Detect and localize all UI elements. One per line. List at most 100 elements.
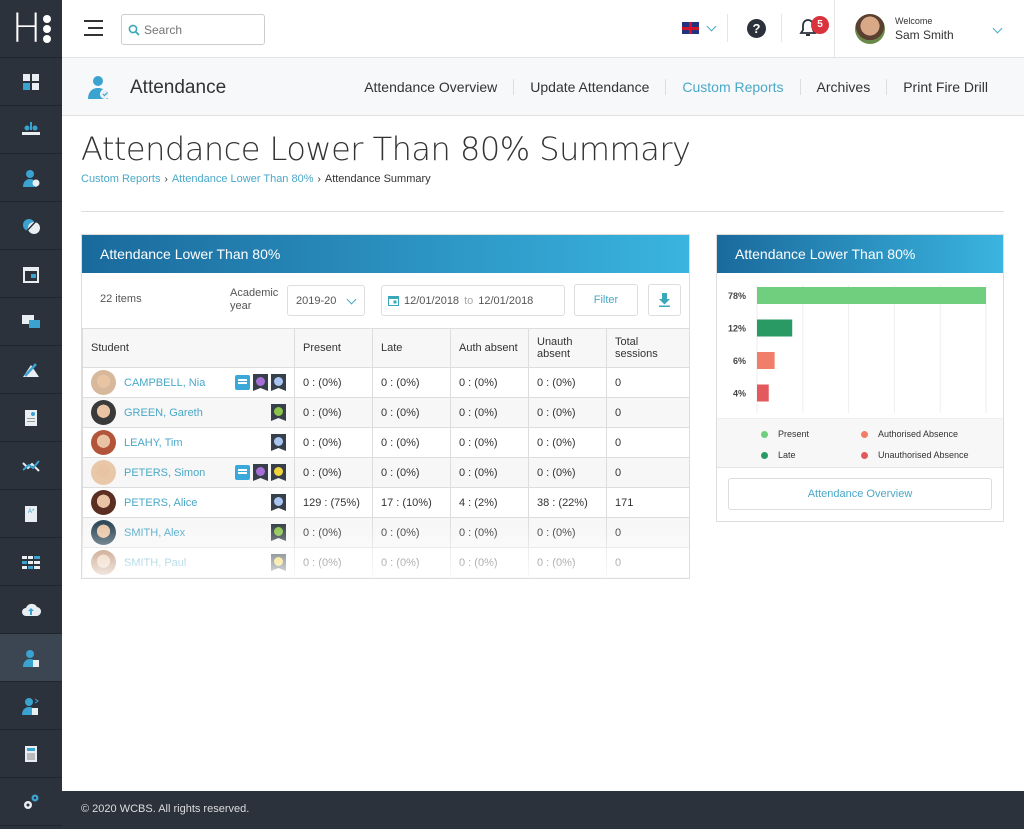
sidebar-item-staff[interactable] bbox=[0, 682, 62, 730]
ribbon-flag-icon[interactable] bbox=[271, 494, 286, 511]
sidebar-item-upload[interactable] bbox=[0, 586, 62, 634]
sidebar-item-calendar[interactable] bbox=[0, 250, 62, 298]
search-box[interactable] bbox=[121, 14, 265, 45]
message-flag-icon[interactable] bbox=[235, 375, 250, 390]
attendance-overview-button[interactable]: Attendance Overview bbox=[728, 478, 992, 510]
filter-button[interactable]: Filter bbox=[574, 284, 638, 316]
student-cell: PETERS, Simon bbox=[82, 457, 295, 488]
sidebar-item-assessment[interactable] bbox=[0, 346, 62, 394]
column-header-student[interactable]: Student bbox=[82, 328, 295, 368]
legend-item[interactable]: Late bbox=[761, 450, 796, 460]
sidebar-item-documents[interactable] bbox=[0, 730, 62, 778]
table-row[interactable]: PETERS, Simon 0 : (0%) 0 : (0%) 0 : (0%)… bbox=[82, 457, 689, 488]
chart-bar-unauthorised-absence[interactable] bbox=[757, 384, 769, 402]
ribbon-flag-icon[interactable] bbox=[271, 434, 286, 451]
table-row[interactable]: GREEN, Gareth 0 : (0%) 0 : (0%) 0 : (0%)… bbox=[82, 397, 689, 428]
sidebar-item-attendance-students[interactable] bbox=[0, 154, 62, 202]
date-range-picker[interactable]: 12/01/2018 to 12/01/2018 bbox=[381, 285, 565, 316]
date-from[interactable]: 12/01/2018 bbox=[404, 295, 459, 307]
legend-dot-icon bbox=[761, 430, 768, 438]
student-flags bbox=[235, 464, 286, 481]
download-button[interactable] bbox=[648, 284, 681, 316]
items-count: 22 items bbox=[100, 293, 142, 305]
student-avatar[interactable] bbox=[91, 400, 116, 425]
student-name-link[interactable]: LEAHY, Tim bbox=[124, 437, 271, 449]
table-row[interactable]: LEAHY, Tim 0 : (0%) 0 : (0%) 0 : (0%) 0 … bbox=[82, 427, 689, 458]
nav-link-print-fire-drill[interactable]: Print Fire Drill bbox=[886, 79, 1004, 95]
breadcrumb-chevron-icon: › bbox=[164, 173, 168, 185]
sidebar-item-attendance[interactable] bbox=[0, 634, 62, 682]
student-avatar[interactable] bbox=[91, 370, 116, 395]
student-flags bbox=[271, 404, 286, 421]
language-chevron-down-icon[interactable] bbox=[706, 21, 717, 32]
student-name-link[interactable]: CAMPBELL, Nia bbox=[124, 377, 235, 389]
sidebar-item-tracking[interactable] bbox=[0, 442, 62, 490]
nav-link-archives[interactable]: Archives bbox=[799, 79, 887, 95]
nav-link-update-attendance[interactable]: Update Attendance bbox=[513, 79, 665, 95]
table-row[interactable]: CAMPBELL, Nia 0 : (0%) 0 : (0%) 0 : (0%)… bbox=[82, 367, 689, 398]
column-header-unauth-absent[interactable]: Unauth absent bbox=[528, 328, 607, 368]
welcome-label: Welcome bbox=[895, 16, 933, 26]
ribbon-flag-icon[interactable] bbox=[271, 404, 286, 421]
student-avatar[interactable] bbox=[91, 430, 116, 455]
sidebar-item-dashboard[interactable] bbox=[0, 58, 62, 106]
sidebar-item-messages[interactable] bbox=[0, 298, 62, 346]
sidebar-item-reports[interactable] bbox=[0, 394, 62, 442]
academic-year-label: Academic year bbox=[230, 287, 279, 312]
legend-item[interactable]: Present bbox=[761, 429, 809, 439]
column-header-auth-absent[interactable]: Auth absent bbox=[450, 328, 529, 368]
module-nav: Attendance Overview Update Attendance Cust… bbox=[348, 58, 1004, 116]
uk-flag-icon[interactable] bbox=[682, 22, 699, 34]
menu-toggle-icon[interactable] bbox=[84, 20, 103, 36]
logo-letter: H bbox=[11, 5, 42, 52]
top-bar: ? 5 Welcome Sam Smith bbox=[62, 0, 1024, 58]
nav-link-custom-reports[interactable]: Custom Reports bbox=[665, 79, 799, 95]
sidebar-item-classes[interactable] bbox=[0, 106, 62, 154]
divider bbox=[834, 0, 835, 58]
chart-bar-present[interactable] bbox=[757, 287, 986, 304]
table-row[interactable]: PETERS, Alice 129 : (75%) 17 : (10%) 4 :… bbox=[82, 487, 689, 518]
column-header-present[interactable]: Present bbox=[294, 328, 373, 368]
academic-year-value: 2019-20 bbox=[296, 295, 337, 307]
breadcrumb-item[interactable]: Custom Reports bbox=[81, 173, 160, 185]
auth-absent-cell: 0 : (0%) bbox=[450, 457, 529, 488]
ribbon-flag-icon[interactable] bbox=[253, 374, 268, 391]
help-icon[interactable]: ? bbox=[747, 19, 766, 38]
assessment-icon bbox=[23, 362, 39, 377]
chart-bar-authorised-absence[interactable] bbox=[757, 352, 775, 369]
legend-item[interactable]: Authorised Absence bbox=[861, 429, 958, 439]
chart-tick-label: 6% bbox=[733, 356, 746, 366]
notification-badge[interactable]: 5 bbox=[811, 16, 829, 34]
app-logo[interactable]: H bbox=[0, 0, 62, 58]
user-menu-chevron-down-icon[interactable] bbox=[992, 23, 1003, 34]
sidebar-item-behaviour[interactable] bbox=[0, 202, 62, 250]
date-to[interactable]: 12/01/2018 bbox=[478, 295, 533, 307]
message-flag-icon[interactable] bbox=[235, 465, 250, 480]
sidebar-item-timetable[interactable] bbox=[0, 538, 62, 586]
student-avatar[interactable] bbox=[91, 490, 116, 515]
legend-item[interactable]: Unauthorised Absence bbox=[861, 450, 969, 460]
ribbon-flag-icon[interactable] bbox=[271, 464, 286, 481]
ribbon-flag-icon[interactable] bbox=[253, 464, 268, 481]
academic-year-select[interactable]: 2019-20 bbox=[287, 285, 365, 316]
sidebar-item-grades[interactable]: A* bbox=[0, 490, 62, 538]
user-avatar[interactable] bbox=[855, 14, 885, 44]
breadcrumb-item[interactable]: Attendance Lower Than 80% bbox=[172, 173, 314, 185]
nav-link-attendance-overview[interactable]: Attendance Overview bbox=[348, 79, 513, 95]
present-cell: 0 : (0%) bbox=[294, 367, 373, 398]
student-name-link[interactable]: PETERS, Simon bbox=[124, 467, 235, 479]
student-avatar[interactable] bbox=[91, 460, 116, 485]
column-header-late[interactable]: Late bbox=[372, 328, 451, 368]
total-sessions-cell: 0 bbox=[606, 397, 689, 428]
sidebar-item-settings[interactable] bbox=[0, 778, 62, 826]
ribbon-flag-icon[interactable] bbox=[271, 374, 286, 391]
search-input[interactable] bbox=[144, 22, 254, 37]
breadcrumb-item: Attendance Summary bbox=[324, 173, 431, 185]
chart-bar-late[interactable] bbox=[757, 319, 793, 337]
student-name-link[interactable]: GREEN, Gareth bbox=[124, 407, 271, 419]
student-name-link[interactable]: PETERS, Alice bbox=[124, 497, 271, 509]
column-header-total-sessions[interactable]: Total sessions bbox=[606, 328, 689, 368]
user-name[interactable]: Sam Smith bbox=[895, 28, 954, 42]
calendar-icon bbox=[23, 266, 39, 283]
present-cell: 129 : (75%) bbox=[294, 487, 373, 518]
